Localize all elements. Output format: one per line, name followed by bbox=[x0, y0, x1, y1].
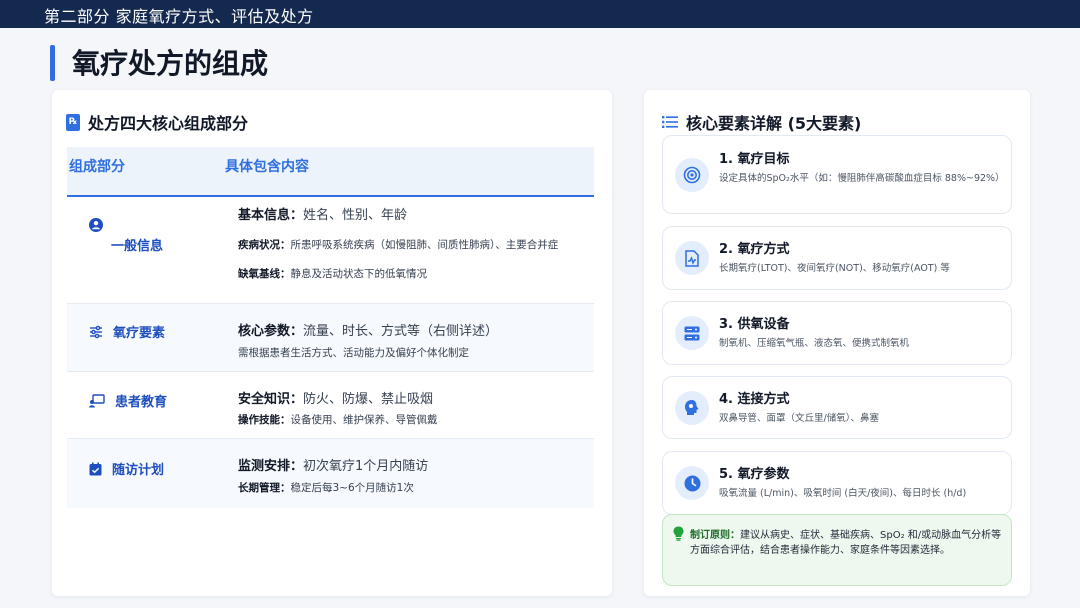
row-line: 缺氧基线：静息及活动状态下的低氧情况 bbox=[238, 268, 427, 280]
element-desc: 长期氧疗(LTOT)、夜间氧疗(NOT)、移动氧疗(AOT) 等 bbox=[719, 263, 950, 274]
row-line: 安全知识：防火、防爆、禁止吸烟 bbox=[238, 392, 434, 407]
target-icon bbox=[675, 157, 709, 192]
element-item-parameters: 5. 氧疗参数 吸氧流量 (L/min)、吸氧时间 (白天/夜间)、每日时长 (… bbox=[662, 451, 1012, 515]
row-component-label: 氧疗要素 bbox=[113, 326, 166, 341]
element-name: 3. 供氧设备 bbox=[719, 317, 790, 332]
row-line: 核心参数：流量、时长、方式等（右侧详述） bbox=[238, 324, 499, 339]
section-title: 第二部分 家庭氧疗方式、评估及处方 bbox=[44, 7, 314, 26]
calendar-check-icon bbox=[89, 462, 102, 475]
table-row: 一般信息 基本信息：姓名、性别、年龄 疾病状况：所患呼吸系统疾病（如慢阻肺、间质… bbox=[67, 197, 594, 303]
row-component-general: 一般信息 bbox=[89, 218, 169, 258]
teacher-icon bbox=[89, 393, 105, 407]
row-component-label: 随访计划 bbox=[112, 463, 165, 478]
user-icon bbox=[89, 218, 103, 232]
composition-card-title-text: 处方四大核心组成部分 bbox=[88, 114, 249, 133]
principle-text: 制订原则：建议从病史、症状、基础疾病、SpO₂ 和/或动脉血气分析等方面综合评估… bbox=[690, 530, 1002, 556]
table-header: 组成部分 具体包含内容 bbox=[67, 147, 594, 197]
element-desc: 制氧机、压缩氧气瓶、液态氧、便携式制氧机 bbox=[719, 338, 910, 349]
element-desc: 吸氧流量 (L/min)、吸氧时间 (白天/夜间)、每日时长 (h/d) bbox=[719, 488, 967, 499]
medical-file-icon bbox=[675, 241, 709, 275]
row-component-education: 患者教育 bbox=[89, 391, 167, 410]
element-item-mode: 2. 氧疗方式 长期氧疗(LTOT)、夜间氧疗(NOT)、移动氧疗(AOT) 等 bbox=[662, 226, 1012, 290]
sliders-icon bbox=[90, 325, 102, 338]
column-header-component: 组成部分 bbox=[69, 159, 125, 175]
clock-icon bbox=[675, 466, 709, 500]
table-row: 随访计划 监测安排：初次氧疗1个月内随访 长期管理：稳定后每3~6个月随访1次 bbox=[67, 438, 594, 508]
row-line: 操作技能：设备使用、维护保养、导管佩戴 bbox=[238, 414, 438, 426]
table-row: 患者教育 安全知识：防火、防爆、禁止吸烟 操作技能：设备使用、维护保养、导管佩戴 bbox=[67, 371, 594, 438]
row-component-followup: 随访计划 bbox=[89, 459, 164, 478]
row-component-label: 一般信息 bbox=[111, 239, 164, 254]
elements-card: 核心要素详解 (5大要素) 1. 氧疗目标 设定具体的SpO₂水平（如：慢阻肺伴… bbox=[644, 90, 1030, 596]
row-line: 需根据患者生活方式、活动能力及偏好个体化制定 bbox=[238, 347, 469, 359]
principle-note: 制订原则：建议从病史、症状、基础疾病、SpO₂ 和/或动脉血气分析等方面综合评估… bbox=[662, 514, 1012, 586]
element-name: 5. 氧疗参数 bbox=[719, 467, 790, 482]
element-name: 1. 氧疗目标 bbox=[719, 152, 790, 167]
element-name: 4. 连接方式 bbox=[719, 392, 790, 407]
element-item-target: 1. 氧疗目标 设定具体的SpO₂水平（如：慢阻肺伴高碳酸血症目标 88%~92… bbox=[662, 135, 1012, 214]
row-line: 长期管理：稳定后每3~6个月随访1次 bbox=[238, 482, 414, 494]
head-icon bbox=[675, 390, 709, 425]
server-icon bbox=[675, 316, 709, 350]
top-header-bar: 第二部分 家庭氧疗方式、评估及处方 bbox=[0, 0, 1080, 28]
title-accent-bar bbox=[50, 45, 55, 81]
lightbulb-icon bbox=[673, 526, 684, 541]
row-component-elements: 氧疗要素 bbox=[89, 322, 165, 341]
element-name: 2. 氧疗方式 bbox=[719, 242, 790, 257]
element-desc: 双鼻导管、面罩（文丘里/储氧）、鼻塞 bbox=[719, 413, 879, 424]
prescription-icon: ℞ bbox=[66, 113, 80, 131]
page-title: 氧疗处方的组成 bbox=[72, 47, 269, 80]
list-icon bbox=[662, 116, 678, 128]
column-header-content: 具体包含内容 bbox=[225, 159, 309, 175]
row-line: 基本信息：姓名、性别、年龄 bbox=[238, 208, 408, 223]
table-row: 氧疗要素 核心参数：流量、时长、方式等（右侧详述） 需根据患者生活方式、活动能力… bbox=[67, 303, 594, 371]
composition-card: ℞ 处方四大核心组成部分 组成部分 具体包含内容 一般信息 基本信息：姓名、性别… bbox=[52, 90, 612, 596]
row-line: 监测安排：初次氧疗1个月内随访 bbox=[238, 459, 429, 474]
row-line: 疾病状况：所患呼吸系统疾病（如慢阻肺、间质性肺病）、主要合并症 bbox=[238, 239, 559, 251]
element-item-connection: 4. 连接方式 双鼻导管、面罩（文丘里/储氧）、鼻塞 bbox=[662, 376, 1012, 439]
element-item-device: 3. 供氧设备 制氧机、压缩氧气瓶、液态氧、便携式制氧机 bbox=[662, 301, 1012, 365]
composition-card-title: ℞ 处方四大核心组成部分 bbox=[66, 110, 248, 134]
elements-card-title-text: 核心要素详解 (5大要素) bbox=[686, 114, 862, 133]
element-desc: 设定具体的SpO₂水平（如：慢阻肺伴高碳酸血症目标 88%~92%） bbox=[719, 173, 1005, 184]
elements-card-title: 核心要素详解 (5大要素) bbox=[662, 110, 861, 134]
row-component-label: 患者教育 bbox=[115, 395, 168, 410]
